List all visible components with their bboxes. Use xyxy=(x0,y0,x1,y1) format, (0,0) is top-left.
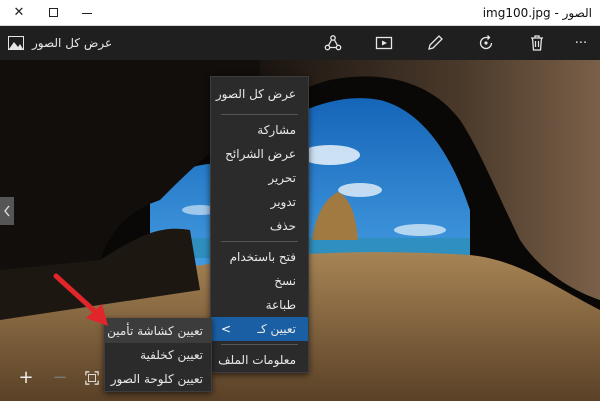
annotation-arrow-icon xyxy=(53,273,108,326)
fit-window-icon xyxy=(85,371,99,385)
rotate-icon xyxy=(479,35,493,50)
menu-separator xyxy=(221,241,298,242)
previous-photo-button[interactable] xyxy=(0,197,14,225)
share-button[interactable] xyxy=(318,26,348,60)
submenu-item-set-photos-tile[interactable]: تعيين كلوحة الصور xyxy=(105,367,211,391)
menu-item-slideshow[interactable]: عرض الشرائح xyxy=(211,142,308,166)
menu-item-edit[interactable]: تحرير xyxy=(211,166,308,190)
chevron-left-icon xyxy=(4,205,10,217)
menu-item-file-info[interactable]: معلومات الملف xyxy=(211,348,308,372)
menu-item-set-as-label: تعيين كـ xyxy=(257,322,296,336)
rotate-button[interactable] xyxy=(471,26,501,60)
photos-icon xyxy=(8,36,24,50)
zoom-in-button[interactable]: + xyxy=(16,368,36,388)
close-button[interactable]: ✕ xyxy=(6,0,32,26)
menu-item-share[interactable]: مشاركة xyxy=(211,118,308,142)
chevron-left-icon: < xyxy=(221,322,232,336)
window-title: الصور - img100.jpg xyxy=(482,6,592,20)
context-menu: عرض كل الصور مشاركة عرض الشرائح تحرير تد… xyxy=(210,76,309,373)
set-as-submenu: تعيين كشاشة تأمين تعيين كخلفية تعيين كلو… xyxy=(104,318,212,392)
slideshow-button[interactable] xyxy=(369,26,399,60)
delete-button[interactable] xyxy=(522,26,552,60)
view-all-photos-label: عرض كل الصور xyxy=(32,36,113,50)
maximize-button[interactable] xyxy=(40,0,66,26)
maximize-icon xyxy=(48,8,58,17)
slideshow-icon xyxy=(375,36,393,50)
zoom-out-button[interactable]: − xyxy=(50,368,70,388)
title-bar: ✕ الصور - img100.jpg xyxy=(0,0,600,26)
edit-icon xyxy=(428,35,443,50)
menu-item-delete[interactable]: حذف xyxy=(211,214,308,238)
toolbar: عرض كل الصور ··· xyxy=(0,26,600,60)
menu-separator xyxy=(221,344,298,345)
more-button[interactable]: ··· xyxy=(566,26,596,60)
menu-separator xyxy=(221,114,298,115)
menu-item-view-all[interactable]: عرض كل الصور xyxy=(211,77,308,111)
share-icon xyxy=(324,35,342,51)
delete-icon xyxy=(531,35,543,51)
menu-item-rotate[interactable]: تدوير xyxy=(211,190,308,214)
view-all-photos-button[interactable]: عرض كل الصور xyxy=(8,26,112,60)
fit-to-window-button[interactable] xyxy=(82,368,102,388)
submenu-item-set-lock-screen[interactable]: تعيين كشاشة تأمين xyxy=(105,319,211,343)
edit-button[interactable] xyxy=(420,26,450,60)
menu-item-copy[interactable]: نسخ xyxy=(211,269,308,293)
menu-item-print[interactable]: طباعة xyxy=(211,293,308,317)
menu-item-open-with[interactable]: فتح باستخدام xyxy=(211,245,308,269)
submenu-item-set-background[interactable]: تعيين كخلفية xyxy=(105,343,211,367)
minimize-icon xyxy=(82,13,92,14)
menu-item-set-as[interactable]: تعيين كـ < xyxy=(211,317,308,341)
minimize-button[interactable] xyxy=(74,0,100,26)
